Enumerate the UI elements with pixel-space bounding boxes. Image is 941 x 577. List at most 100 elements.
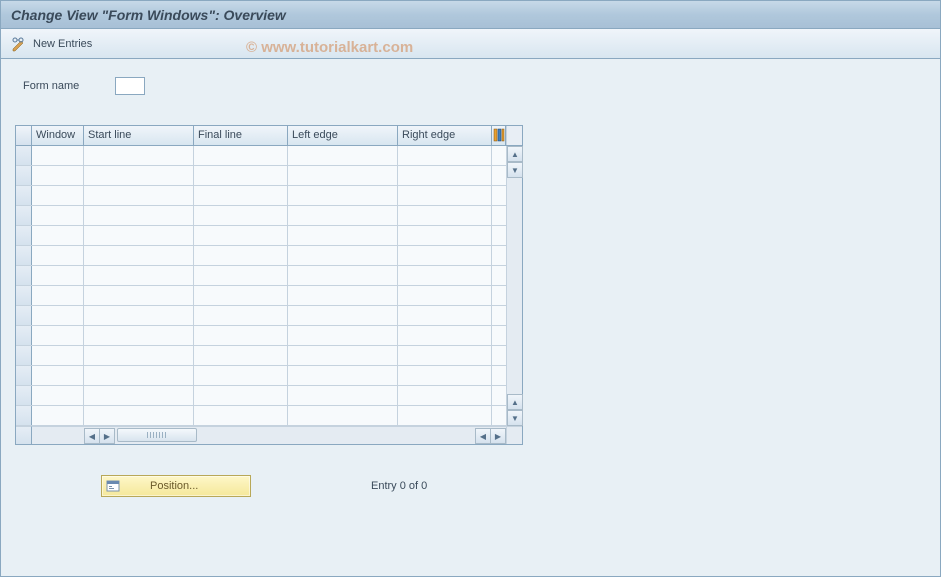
cell-window[interactable] bbox=[32, 326, 84, 345]
cell-rightedge[interactable] bbox=[398, 226, 492, 245]
cell-startline[interactable] bbox=[84, 146, 194, 165]
cell-finalline[interactable] bbox=[194, 186, 288, 205]
cell-finalline[interactable] bbox=[194, 306, 288, 325]
cell-finalline[interactable] bbox=[194, 246, 288, 265]
scroll-right-button[interactable]: ◀ bbox=[475, 428, 491, 444]
row-selector[interactable] bbox=[16, 186, 32, 205]
row-selector[interactable] bbox=[16, 146, 32, 165]
row-selector[interactable] bbox=[16, 226, 32, 245]
scroll-down-button[interactable]: ▼ bbox=[507, 410, 523, 426]
col-rightedge-header[interactable]: Right edge bbox=[398, 126, 492, 145]
table-row[interactable] bbox=[16, 186, 522, 206]
scroll-left-start-button[interactable]: ◀ bbox=[84, 428, 100, 444]
cell-window[interactable] bbox=[32, 166, 84, 185]
table-row[interactable] bbox=[16, 286, 522, 306]
cell-finalline[interactable] bbox=[194, 286, 288, 305]
cell-rightedge[interactable] bbox=[398, 186, 492, 205]
row-selector[interactable] bbox=[16, 326, 32, 345]
table-row[interactable] bbox=[16, 246, 522, 266]
cell-startline[interactable] bbox=[84, 346, 194, 365]
table-row[interactable] bbox=[16, 366, 522, 386]
cell-startline[interactable] bbox=[84, 406, 194, 425]
cell-leftedge[interactable] bbox=[288, 366, 398, 385]
table-row[interactable] bbox=[16, 146, 522, 166]
cell-rightedge[interactable] bbox=[398, 266, 492, 285]
row-selector[interactable] bbox=[16, 366, 32, 385]
vertical-scrollbar[interactable]: ▲ ▼ ▲ ▼ bbox=[506, 146, 522, 426]
table-row[interactable] bbox=[16, 326, 522, 346]
form-name-input[interactable] bbox=[115, 77, 145, 95]
cell-finalline[interactable] bbox=[194, 406, 288, 425]
cell-leftedge[interactable] bbox=[288, 286, 398, 305]
cell-leftedge[interactable] bbox=[288, 326, 398, 345]
cell-leftedge[interactable] bbox=[288, 266, 398, 285]
col-finalline-header[interactable]: Final line bbox=[194, 126, 288, 145]
select-all-header[interactable] bbox=[16, 126, 32, 145]
cell-startline[interactable] bbox=[84, 246, 194, 265]
scroll-up-button[interactable]: ▲ bbox=[507, 146, 523, 162]
horizontal-scrollbar[interactable]: ◀ ▶ ◀ ▶ bbox=[84, 426, 506, 444]
cell-rightedge[interactable] bbox=[398, 246, 492, 265]
cell-window[interactable] bbox=[32, 286, 84, 305]
row-selector[interactable] bbox=[16, 286, 32, 305]
cell-leftedge[interactable] bbox=[288, 386, 398, 405]
row-selector[interactable] bbox=[16, 386, 32, 405]
cell-startline[interactable] bbox=[84, 226, 194, 245]
cell-startline[interactable] bbox=[84, 366, 194, 385]
cell-window[interactable] bbox=[32, 386, 84, 405]
cell-rightedge[interactable] bbox=[398, 346, 492, 365]
cell-window[interactable] bbox=[32, 266, 84, 285]
cell-leftedge[interactable] bbox=[288, 406, 398, 425]
row-selector[interactable] bbox=[16, 206, 32, 225]
cell-finalline[interactable] bbox=[194, 166, 288, 185]
new-entries-button[interactable]: New Entries bbox=[33, 38, 92, 50]
cell-finalline[interactable] bbox=[194, 346, 288, 365]
pencil-glasses-icon[interactable] bbox=[11, 36, 27, 52]
cell-window[interactable] bbox=[32, 306, 84, 325]
scroll-up-button-bottom[interactable]: ▲ bbox=[507, 394, 523, 410]
table-row[interactable] bbox=[16, 306, 522, 326]
cell-startline[interactable] bbox=[84, 206, 194, 225]
cell-rightedge[interactable] bbox=[398, 406, 492, 425]
scroll-right-end-button[interactable]: ▶ bbox=[490, 428, 506, 444]
row-selector[interactable] bbox=[16, 346, 32, 365]
cell-startline[interactable] bbox=[84, 326, 194, 345]
hscroll-thumb[interactable] bbox=[117, 428, 197, 442]
cell-startline[interactable] bbox=[84, 266, 194, 285]
scroll-down-button-top[interactable]: ▼ bbox=[507, 162, 523, 178]
table-row[interactable] bbox=[16, 266, 522, 286]
table-row[interactable] bbox=[16, 226, 522, 246]
cell-startline[interactable] bbox=[84, 166, 194, 185]
cell-leftedge[interactable] bbox=[288, 166, 398, 185]
cell-finalline[interactable] bbox=[194, 146, 288, 165]
cell-window[interactable] bbox=[32, 186, 84, 205]
table-config-button[interactable] bbox=[492, 126, 506, 145]
cell-window[interactable] bbox=[32, 146, 84, 165]
table-row[interactable] bbox=[16, 166, 522, 186]
cell-leftedge[interactable] bbox=[288, 346, 398, 365]
cell-finalline[interactable] bbox=[194, 366, 288, 385]
cell-finalline[interactable] bbox=[194, 226, 288, 245]
cell-finalline[interactable] bbox=[194, 266, 288, 285]
cell-rightedge[interactable] bbox=[398, 386, 492, 405]
col-startline-header[interactable]: Start line bbox=[84, 126, 194, 145]
table-row[interactable] bbox=[16, 346, 522, 366]
cell-leftedge[interactable] bbox=[288, 146, 398, 165]
cell-finalline[interactable] bbox=[194, 326, 288, 345]
cell-window[interactable] bbox=[32, 366, 84, 385]
row-selector[interactable] bbox=[16, 306, 32, 325]
cell-rightedge[interactable] bbox=[398, 326, 492, 345]
table-row[interactable] bbox=[16, 206, 522, 226]
cell-leftedge[interactable] bbox=[288, 306, 398, 325]
cell-finalline[interactable] bbox=[194, 386, 288, 405]
cell-leftedge[interactable] bbox=[288, 186, 398, 205]
cell-finalline[interactable] bbox=[194, 206, 288, 225]
cell-rightedge[interactable] bbox=[398, 146, 492, 165]
cell-startline[interactable] bbox=[84, 306, 194, 325]
table-row[interactable] bbox=[16, 386, 522, 406]
position-button[interactable]: Position... bbox=[101, 475, 251, 497]
row-selector[interactable] bbox=[16, 166, 32, 185]
row-selector[interactable] bbox=[16, 266, 32, 285]
cell-rightedge[interactable] bbox=[398, 286, 492, 305]
row-selector[interactable] bbox=[16, 406, 32, 425]
